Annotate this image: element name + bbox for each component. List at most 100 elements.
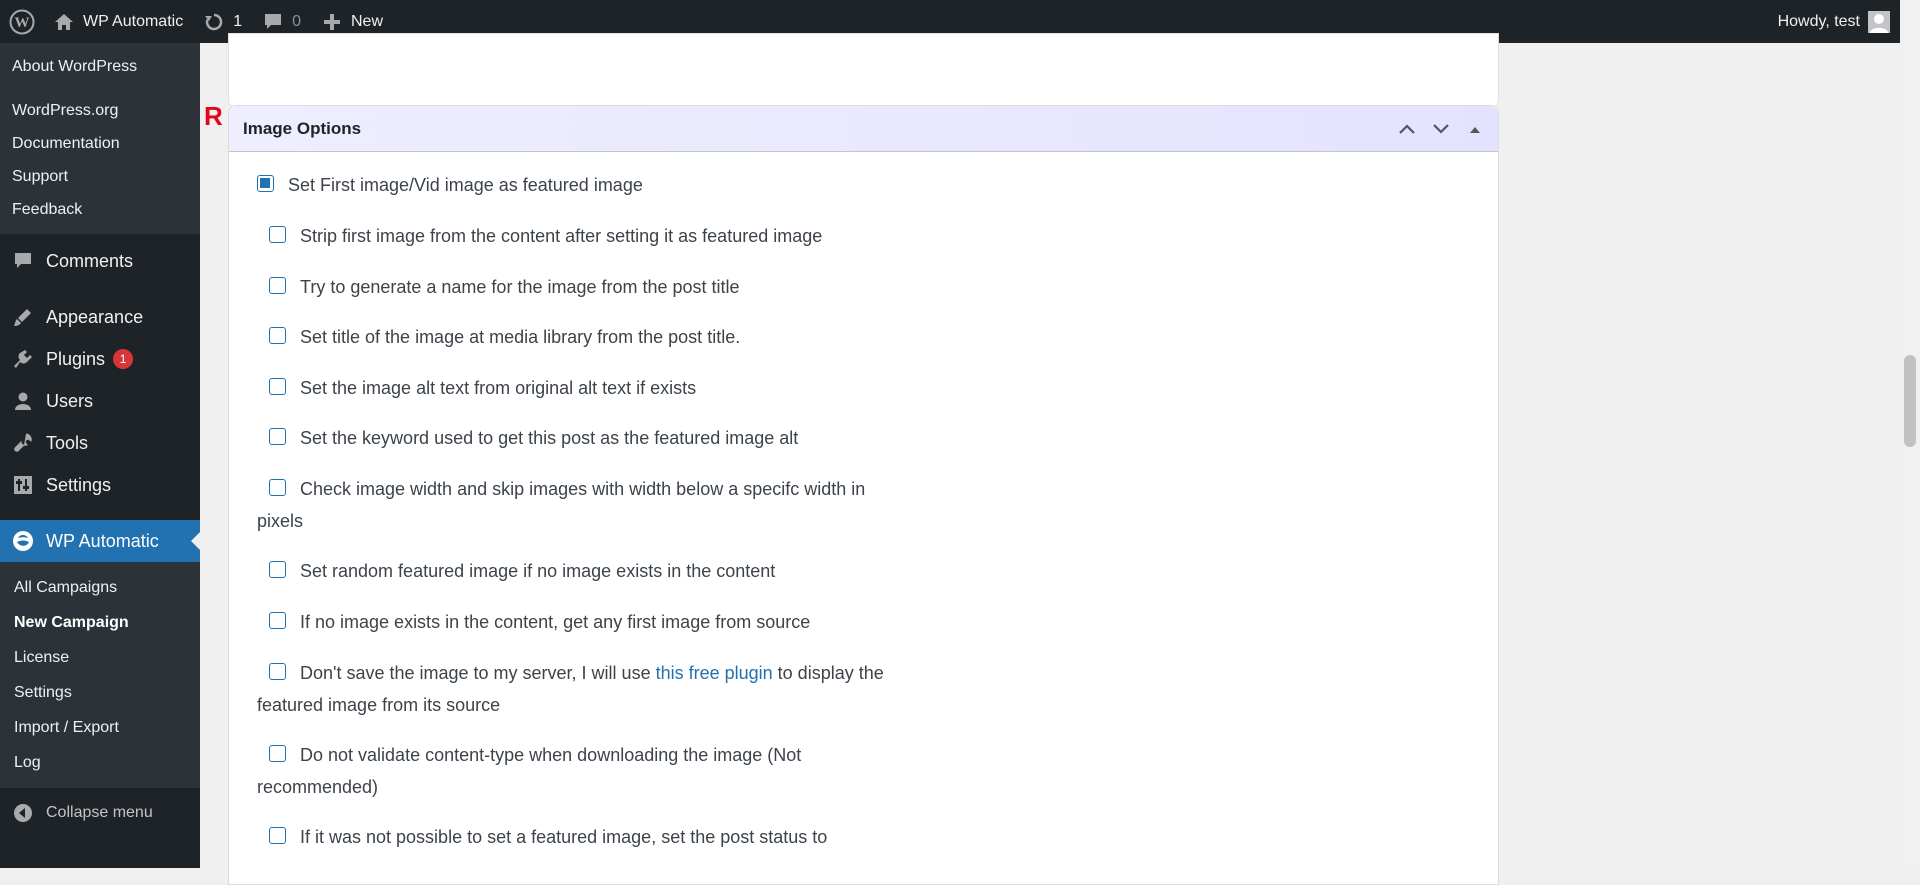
option-label: Set title of the image at media library …: [300, 327, 741, 347]
plugins-update-badge: 1: [113, 349, 134, 369]
free-plugin-link[interactable]: this free plugin: [656, 663, 773, 683]
submenu-settings[interactable]: Settings: [0, 675, 200, 710]
sidebar-item-label: Tools: [46, 432, 89, 453]
option-label: Don't save the image to my server, I wil…: [300, 663, 656, 683]
image-options-postbox: Image Options Set First image/Vid image …: [228, 105, 1499, 885]
admin-sidebar: About WordPress WordPress.org Documentat…: [0, 43, 200, 868]
main-content: R Image Options Set First image/Vid imag…: [200, 33, 1900, 885]
option-label: Set First image/Vid image as featured im…: [288, 175, 643, 195]
option-first-image-from-source: If no image exists in the content, get a…: [269, 606, 899, 638]
checkbox-random-featured-image[interactable]: [269, 561, 286, 578]
home-icon: [53, 11, 75, 33]
option-set-first-image-featured: Set First image/Vid image as featured im…: [257, 169, 887, 201]
comment-bubble-icon: [262, 11, 284, 33]
option-label: Strip first image from the content after…: [300, 226, 823, 246]
submenu-import-export[interactable]: Import / Export: [0, 710, 200, 745]
checkbox-no-validate-content-type[interactable]: [269, 745, 286, 762]
checkbox-set-image-title[interactable]: [269, 327, 286, 344]
comment-bubble-icon: [12, 250, 34, 272]
checkbox-image-alt-text[interactable]: [269, 378, 286, 395]
support-link[interactable]: Support: [0, 160, 200, 193]
triangle-up-icon: [1470, 126, 1480, 133]
submenu-license[interactable]: License: [0, 640, 200, 675]
howdy-text: Howdy, test: [1777, 12, 1860, 30]
submenu-log[interactable]: Log: [0, 745, 200, 780]
my-account-link[interactable]: Howdy, test: [1768, 0, 1900, 43]
sidebar-item-plugins[interactable]: Plugins 1: [0, 338, 200, 380]
checkbox-fallback-post-status[interactable]: [269, 827, 286, 844]
wordpress-logo-icon: W: [9, 9, 34, 34]
annotation-marker: R: [204, 101, 223, 131]
option-label: Set the keyword used to get this post as…: [300, 428, 799, 448]
paintbrush-icon: [12, 306, 34, 328]
page-scrollbar[interactable]: [1900, 0, 1920, 868]
feedback-link[interactable]: Feedback: [0, 193, 200, 226]
sidebar-item-label: WP Automatic: [46, 530, 159, 551]
sidebar-item-label: Plugins: [46, 348, 106, 369]
sidebar-item-label: Appearance: [46, 306, 144, 327]
checkbox-strip-first-image[interactable]: [269, 226, 286, 243]
sidebar-item-wp-automatic[interactable]: WP Automatic: [0, 520, 200, 562]
collapse-arrow-icon: [12, 802, 34, 824]
postbox-title: Image Options: [243, 118, 362, 138]
option-dont-save-image: Don't save the image to my server, I wil…: [257, 657, 887, 721]
updates-count: 1: [233, 12, 243, 30]
toggle-panel-button[interactable]: [1462, 116, 1488, 142]
option-label: Set random featured image if no image ex…: [300, 561, 776, 581]
sidebar-item-label: Users: [46, 390, 94, 411]
sidebar-item-tools[interactable]: Tools: [0, 422, 200, 464]
collapse-menu-label: Collapse menu: [46, 804, 153, 821]
checkbox-set-first-image-featured[interactable]: [257, 175, 274, 192]
wrench-icon: [12, 432, 34, 454]
sidebar-item-appearance[interactable]: Appearance: [0, 296, 200, 338]
option-image-alt-text: Set the image alt text from original alt…: [269, 372, 899, 404]
updates-icon: [203, 11, 225, 33]
option-label: Check image width and skip images with w…: [257, 479, 866, 531]
option-label: If no image exists in the content, get a…: [300, 612, 811, 632]
new-label: New: [351, 12, 384, 30]
sidebar-item-settings[interactable]: Settings: [0, 464, 200, 506]
comments-count: 0: [292, 12, 301, 30]
checkbox-dont-save-image[interactable]: [269, 663, 286, 680]
sidebar-item-comments[interactable]: Comments: [0, 240, 200, 282]
submenu-new-campaign[interactable]: New Campaign: [0, 605, 200, 640]
previous-postbox: [228, 33, 1499, 108]
option-label: Try to generate a name for the image fro…: [300, 277, 740, 297]
move-up-button[interactable]: [1394, 116, 1420, 142]
site-name: WP Automatic: [83, 12, 184, 30]
checkbox-keyword-featured-alt[interactable]: [269, 428, 286, 445]
checkbox-generate-image-name[interactable]: [269, 277, 286, 294]
wordpress-org-link[interactable]: WordPress.org: [0, 94, 200, 127]
wordpress-logo-menu[interactable]: W: [0, 0, 43, 43]
plug-icon: [12, 348, 34, 370]
postbox-header: Image Options: [229, 106, 1498, 152]
wp-automatic-icon: [12, 530, 34, 552]
collapse-menu-button[interactable]: Collapse menu: [0, 792, 200, 834]
chevron-down-icon: [1433, 123, 1449, 134]
submenu-all-campaigns[interactable]: All Campaigns: [0, 570, 200, 605]
postbox-handles: [1394, 116, 1498, 142]
option-keyword-featured-alt: Set the keyword used to get this post as…: [269, 422, 899, 454]
about-wordpress-link[interactable]: About WordPress: [0, 49, 200, 84]
sliders-icon: [12, 474, 34, 496]
option-strip-first-image: Strip first image from the content after…: [269, 220, 899, 252]
scrollbar-thumb[interactable]: [1904, 355, 1916, 447]
option-label: Do not validate content-type when downlo…: [257, 745, 802, 797]
sidebar-item-users[interactable]: Users: [0, 380, 200, 422]
user-icon: [12, 390, 34, 412]
option-random-featured-image: Set random featured image if no image ex…: [269, 555, 899, 587]
documentation-link[interactable]: Documentation: [0, 127, 200, 160]
site-name-link[interactable]: WP Automatic: [43, 0, 193, 43]
option-set-image-title: Set title of the image at media library …: [269, 321, 899, 353]
avatar: [1868, 10, 1890, 33]
wp-automatic-submenu: All Campaigns New Campaign License Setti…: [0, 562, 200, 788]
sidebar-item-label: Settings: [46, 474, 112, 495]
checkbox-first-image-from-source[interactable]: [269, 612, 286, 629]
checkbox-check-image-width[interactable]: [269, 479, 286, 496]
option-generate-image-name: Try to generate a name for the image fro…: [269, 271, 899, 303]
option-label: Set the image alt text from original alt…: [300, 378, 697, 398]
option-label: If it was not possible to set a featured…: [300, 827, 828, 847]
option-no-validate-content-type: Do not validate content-type when downlo…: [257, 739, 887, 803]
option-check-image-width: Check image width and skip images with w…: [257, 473, 887, 537]
move-down-button[interactable]: [1428, 116, 1454, 142]
